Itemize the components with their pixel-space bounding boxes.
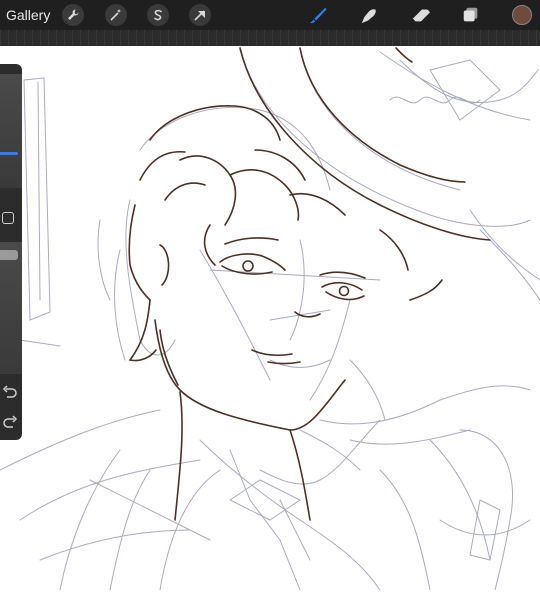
drawing-canvas[interactable] bbox=[0, 46, 540, 591]
transform-button[interactable] bbox=[189, 4, 211, 26]
brush-size-slider[interactable] bbox=[0, 74, 22, 188]
undo-icon bbox=[2, 385, 17, 398]
modify-button[interactable] bbox=[2, 212, 14, 224]
actions-button[interactable] bbox=[62, 4, 84, 26]
color-picker-button[interactable] bbox=[512, 5, 532, 25]
brush-button[interactable] bbox=[306, 4, 330, 26]
brush-icon bbox=[309, 7, 327, 24]
eraser-button[interactable] bbox=[409, 4, 433, 26]
selection-s-icon bbox=[154, 9, 162, 21]
smudge-icon bbox=[361, 9, 376, 24]
layers-icon bbox=[463, 7, 478, 22]
redo-button[interactable] bbox=[1, 414, 19, 430]
layers-button[interactable] bbox=[459, 4, 483, 26]
selection-button[interactable] bbox=[147, 4, 169, 26]
undo-button[interactable] bbox=[1, 384, 19, 400]
canvas-top-strip bbox=[0, 30, 540, 46]
smudge-button[interactable] bbox=[357, 4, 381, 26]
magic-wand-icon bbox=[110, 9, 121, 21]
wrench-icon bbox=[68, 9, 79, 20]
opacity-slider[interactable] bbox=[0, 242, 22, 374]
left-sidebar bbox=[0, 64, 22, 440]
redo-icon bbox=[3, 415, 18, 428]
eraser-icon bbox=[412, 9, 431, 22]
brush-size-handle[interactable] bbox=[0, 152, 18, 155]
adjustments-button[interactable] bbox=[105, 4, 127, 26]
arrow-cursor-icon bbox=[194, 10, 205, 21]
gallery-button[interactable]: Gallery bbox=[6, 6, 50, 24]
opacity-handle[interactable] bbox=[0, 250, 18, 260]
top-toolbar: Gallery bbox=[0, 0, 540, 30]
sketch-artwork bbox=[0, 47, 540, 591]
